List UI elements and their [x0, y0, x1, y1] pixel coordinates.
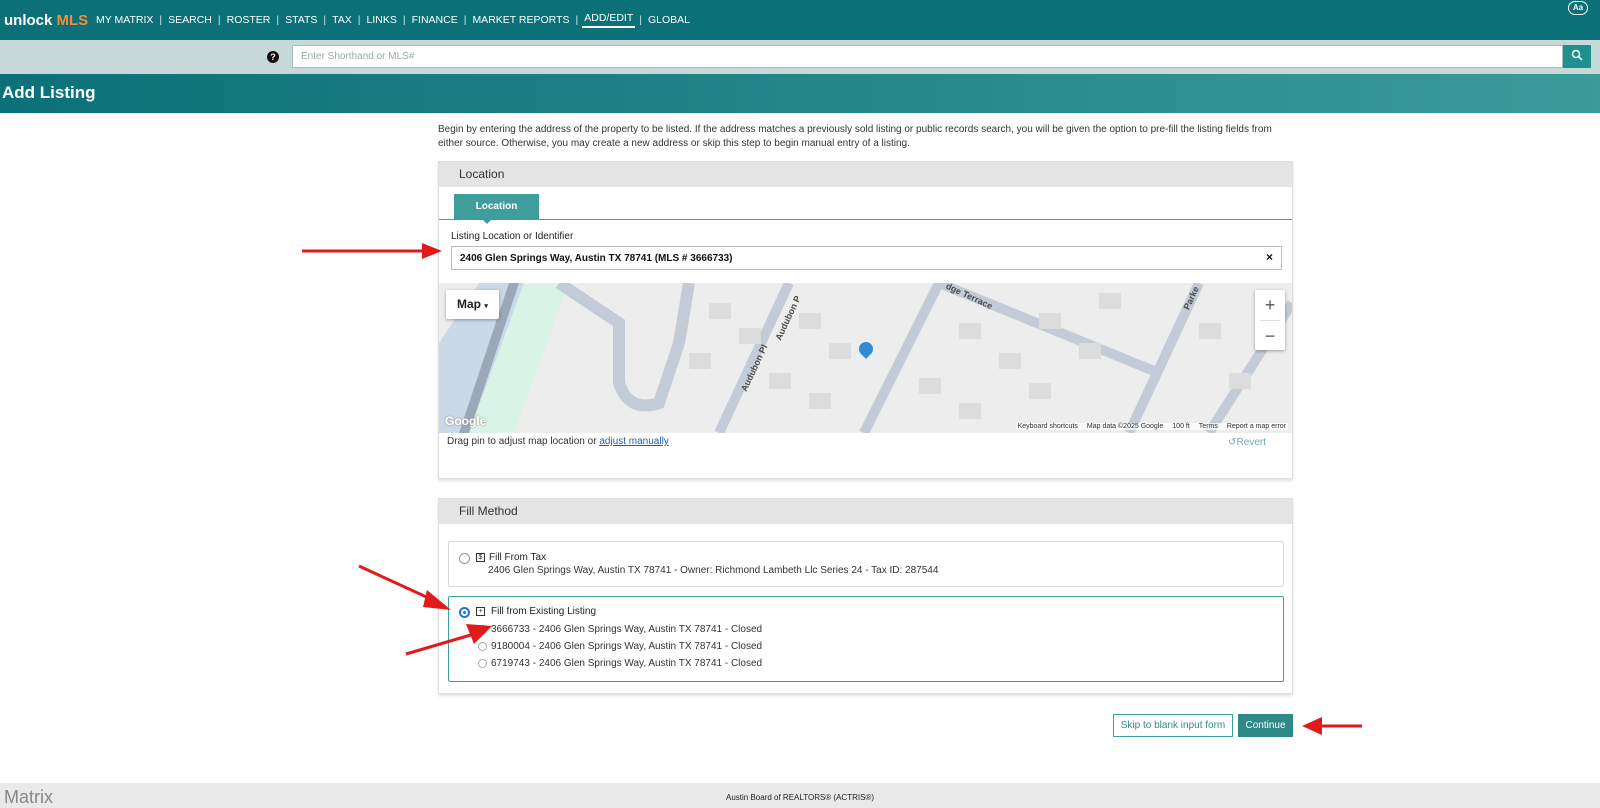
location-panel-title: Location [439, 162, 1292, 187]
map-scale[interactable]: 100 ft [1172, 423, 1190, 430]
nav-separator: | [463, 14, 467, 26]
top-nav: unlock MLS MY MATRIX | SEARCH | ROSTER | ST… [0, 0, 1600, 40]
listing-option-label[interactable]: 9180004 - 2406 Glen Springs Way, Austin … [491, 641, 762, 652]
zoom-in-button[interactable]: + [1255, 290, 1285, 320]
map-data-text: Map data ©2025 Google [1086, 423, 1164, 430]
page-title: Add Listing [2, 83, 96, 102]
report-map-error-link[interactable]: Report a map error [1227, 423, 1286, 430]
page-footer: Matrix Austin Board of REALTORS® (ACTRIS… [0, 783, 1600, 808]
map-note: Drag pin to adjust map location or adjus… [447, 436, 669, 447]
zoom-control: + − [1255, 290, 1285, 350]
undo-icon: ↺ [1228, 437, 1237, 448]
nav-roster[interactable]: ROSTER [225, 14, 273, 26]
nav-global[interactable]: GLOBAL [646, 14, 692, 26]
map-attribution: Keyboard shortcuts Map data ©2025 Google… [1015, 423, 1288, 430]
nav-market-reports[interactable]: MARKET REPORTS [470, 14, 571, 26]
listing-copy-icon: + [476, 607, 485, 616]
nav-add-edit[interactable]: ADD/EDIT [582, 12, 636, 28]
listing-option-label[interactable]: 3666733 - 2406 Glen Springs Way, Austin … [491, 624, 762, 635]
location-map[interactable]: Audubon Pl Audubon P dge Terrace Parke M… [439, 283, 1292, 433]
keyboard-shortcuts-link[interactable]: Keyboard shortcuts [1018, 423, 1078, 430]
listing-location-input[interactable] [451, 246, 1282, 270]
zoom-out-button[interactable]: − [1255, 321, 1285, 351]
logo-text: unlock [4, 11, 57, 29]
nav-my-matrix[interactable]: MY MATRIX [94, 14, 155, 26]
page-title-bar: Add Listing [0, 74, 1600, 113]
listing-radio-6719743[interactable] [478, 659, 487, 668]
nav-tax[interactable]: TAX [330, 14, 354, 26]
fill-from-existing-option[interactable]: + Fill from Existing Listing 3666733 - 2… [448, 596, 1284, 682]
fill-from-tax-label: Fill From Tax [489, 552, 547, 563]
fill-from-existing-label: Fill from Existing Listing [491, 606, 597, 617]
google-logo: Google [445, 414, 487, 428]
tax-document-icon: $ [476, 553, 485, 562]
tab-divider [439, 219, 1292, 220]
nav-separator: | [323, 14, 327, 26]
fill-from-existing-radio[interactable] [459, 607, 470, 618]
fill-method-panel: Fill Method $ Fill From Tax 2406 Glen Sp… [438, 498, 1293, 694]
annotation-arrow-continue [1302, 717, 1362, 735]
adjust-manually-link[interactable]: adjust manually [599, 436, 668, 447]
terms-link[interactable]: Terms [1199, 423, 1218, 430]
nav-separator: | [217, 14, 221, 26]
unlock-mls-logo[interactable]: unlock MLS [0, 12, 94, 29]
skip-to-blank-form-button[interactable]: Skip to blank input form [1113, 714, 1233, 737]
logo-text-mls: MLS [56, 11, 89, 29]
nav-separator: | [159, 14, 163, 26]
search-icon [1571, 49, 1583, 61]
shorthand-search-input[interactable] [292, 45, 1563, 68]
annotation-arrow-listing [405, 624, 492, 656]
nav-links[interactable]: LINKS [365, 14, 399, 26]
search-button[interactable] [1563, 45, 1591, 68]
intro-text: Begin by entering the address of the pro… [438, 124, 1272, 149]
revert-label: Revert [1236, 437, 1266, 448]
nav-separator: | [575, 14, 579, 26]
font-size-button[interactable]: Aa [1568, 1, 1588, 15]
fill-from-tax-radio[interactable] [459, 553, 470, 564]
fill-method-title: Fill Method [439, 499, 1292, 524]
nav-finance[interactable]: FINANCE [410, 14, 460, 26]
nav-separator: | [639, 14, 642, 26]
location-panel: Location Location Listing Location or Id… [438, 161, 1293, 479]
nav-separator: | [402, 14, 406, 26]
annotation-arrow-existing [358, 564, 451, 610]
nav-menu: MY MATRIX | SEARCH | ROSTER | STATS | TAX | L… [94, 12, 692, 28]
clear-icon[interactable]: × [1266, 250, 1273, 264]
map-type-label: Map [457, 297, 481, 311]
shorthand-search-bar: ? [0, 40, 1600, 74]
continue-button[interactable]: Continue [1238, 714, 1293, 737]
listing-option-label[interactable]: 6719743 - 2406 Glen Springs Way, Austin … [491, 658, 762, 669]
revert-button[interactable]: ↺Revert [1228, 437, 1266, 448]
map-type-button[interactable]: Map ▾ [446, 290, 499, 319]
nav-separator: | [276, 14, 280, 26]
map-note-text: Drag pin to adjust map location or [447, 436, 600, 447]
nav-separator: | [357, 14, 361, 26]
question-circle-icon[interactable]: ? [267, 51, 279, 63]
footer-board-text: Austin Board of REALTORS® (ACTRIS®) [726, 793, 874, 802]
listing-location-label: Listing Location or Identifier [451, 231, 574, 242]
annotation-arrow-location [302, 243, 442, 259]
tax-record-detail: 2406 Glen Springs Way, Austin TX 78741 -… [488, 565, 939, 576]
tab-location[interactable]: Location [454, 194, 539, 224]
fill-from-tax-option[interactable]: $ Fill From Tax 2406 Glen Springs Way, A… [448, 541, 1284, 587]
nav-stats[interactable]: STATS [283, 14, 319, 26]
nav-search[interactable]: SEARCH [166, 14, 214, 26]
chevron-down-icon: ▾ [484, 303, 488, 310]
